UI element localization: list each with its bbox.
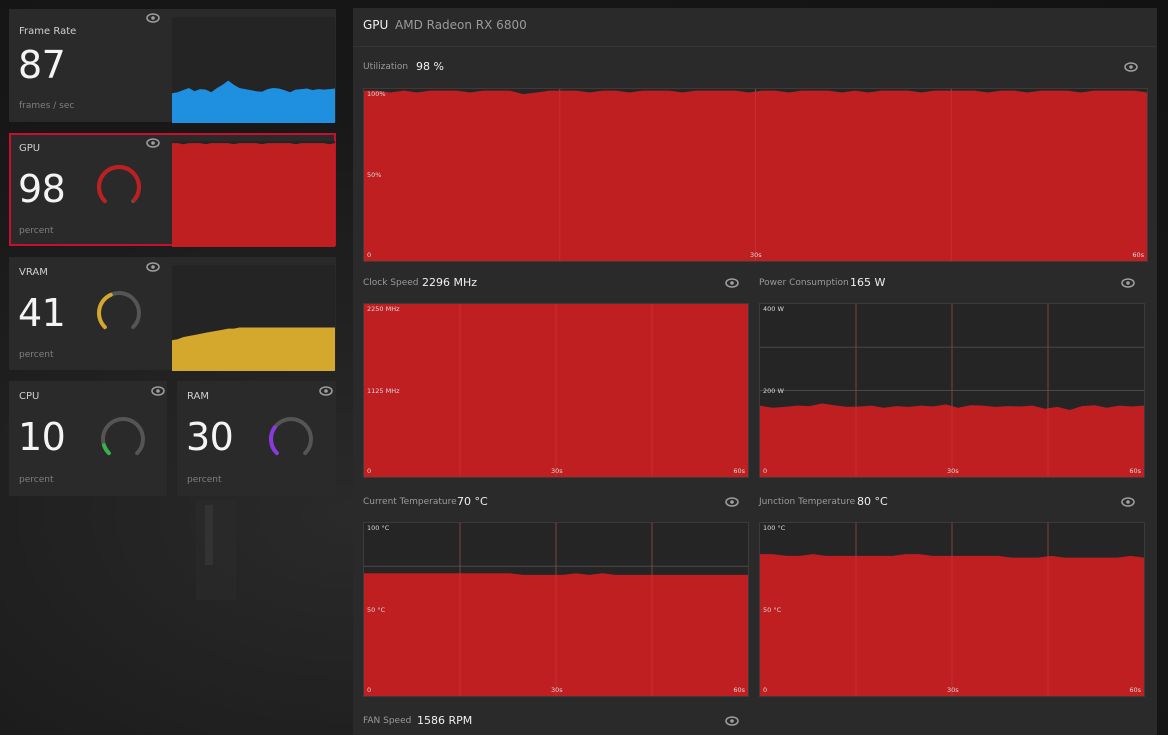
ram-card-unit: percent xyxy=(187,475,222,485)
vram-spark-chart xyxy=(172,327,335,371)
vram-card[interactable]: VRAM 41 percent xyxy=(9,257,336,371)
vram-card-unit: percent xyxy=(19,350,54,360)
x-tick-label: 60s xyxy=(1129,686,1141,694)
ram-gauge xyxy=(265,413,317,465)
framerate-unit: frames / sec xyxy=(19,101,75,111)
eye-icon[interactable] xyxy=(319,386,333,396)
vram-gauge xyxy=(93,287,145,339)
framerate-area xyxy=(172,80,335,123)
vram-card-title: VRAM xyxy=(19,267,48,278)
eye-icon[interactable] xyxy=(146,138,160,148)
fan-value: 1586 RPM xyxy=(417,714,473,727)
y-tick-label: 0 xyxy=(763,467,768,475)
gauge-track xyxy=(101,417,145,456)
framerate-value: 87 xyxy=(18,43,66,87)
eye-icon[interactable] xyxy=(725,716,739,726)
y-tick-label: 2250 MHz xyxy=(367,305,400,313)
x-tick-label: 30s xyxy=(947,467,959,475)
temp-chart: 100 °C 50 °C 0 30s 60s xyxy=(363,522,749,697)
x-tick-label: 60s xyxy=(733,686,745,694)
gauge-value xyxy=(97,292,113,330)
clock-label: Clock Speed xyxy=(363,278,419,288)
eye-icon[interactable] xyxy=(146,262,160,272)
cpu-card[interactable]: CPU 10 percent xyxy=(9,381,167,496)
gpu-gauge xyxy=(93,161,145,213)
gpu-card-unit: percent xyxy=(19,226,54,236)
y-tick-label: 50 °C xyxy=(367,606,386,614)
gpu-spark-chart xyxy=(172,143,335,247)
y-tick-label: 400 W xyxy=(763,305,784,313)
y-tick-label: 0 xyxy=(367,686,372,694)
vram_spark-area xyxy=(172,327,335,371)
ram-card-value: 30 xyxy=(186,415,234,459)
clock-value: 2296 MHz xyxy=(422,276,478,289)
cpu-card-value: 10 xyxy=(18,415,66,459)
vram-card-value: 41 xyxy=(18,291,66,335)
background-shape xyxy=(196,500,236,600)
junction-chart: 100 °C 50 °C 0 30s 60s xyxy=(759,522,1145,697)
utilization-label: Utilization xyxy=(363,62,409,72)
eye-icon[interactable] xyxy=(1121,278,1135,288)
y-tick-label: 100% xyxy=(367,90,386,98)
temp-label: Current Temperature xyxy=(363,497,457,507)
y-tick-label: 100 °C xyxy=(763,524,786,532)
framerate-title: Frame Rate xyxy=(19,26,77,37)
eye-icon[interactable] xyxy=(725,278,739,288)
gauge-value xyxy=(97,165,141,204)
ram-card[interactable]: RAM 30 percent xyxy=(177,381,336,496)
eye-icon[interactable] xyxy=(146,13,160,23)
ram-card-title: RAM xyxy=(187,391,210,402)
eye-icon[interactable] xyxy=(1124,62,1138,72)
x-tick-label: 30s xyxy=(551,467,563,475)
gpu_spark-area xyxy=(172,143,335,247)
y-tick-label: 1125 MHz xyxy=(367,387,400,395)
clock-chart: 2250 MHz 1125 MHz 0 30s 60s xyxy=(363,303,749,478)
device-name: AMD Radeon RX 6800 xyxy=(395,18,527,32)
utilization-value: 98 % xyxy=(416,60,444,73)
gpu-detail-panel: GPU AMD Radeon RX 6800 Utilization 98 % … xyxy=(353,8,1157,735)
y-tick-label: 100 °C xyxy=(367,524,390,532)
eye-icon[interactable] xyxy=(725,497,739,507)
gpu-card[interactable]: GPU 98 percent xyxy=(9,133,336,247)
cpu-gauge xyxy=(97,413,149,465)
temp-value: 70 °C xyxy=(457,495,488,508)
gpu-card-title: GPU xyxy=(19,143,41,154)
framerate-card[interactable]: Frame Rate 87 frames / sec xyxy=(9,9,336,123)
x-tick-label: 60s xyxy=(1132,251,1144,259)
y-tick-label: 0 xyxy=(763,686,768,694)
x-tick-label: 60s xyxy=(1129,467,1141,475)
utilization-chart: 100% 50% 0 30s 60s xyxy=(363,88,1148,262)
vram-sparkline xyxy=(172,265,335,371)
gpu-sparkline xyxy=(172,141,335,247)
framerate-chart xyxy=(172,80,335,123)
x-tick-label: 60s xyxy=(733,467,745,475)
cpu-card-title: CPU xyxy=(19,391,40,402)
panel-header: GPU AMD Radeon RX 6800 xyxy=(353,8,1157,47)
gpu-card-value: 98 xyxy=(18,167,66,211)
gauge-value xyxy=(269,425,279,456)
x-tick-label: 30s xyxy=(947,686,959,694)
power-value: 165 W xyxy=(850,276,886,289)
panel-title: GPU xyxy=(363,18,389,32)
gauge-value xyxy=(101,443,111,456)
power-label: Power Consumption xyxy=(759,278,849,288)
power-chart: 400 W 200 W 0 30s 60s xyxy=(759,303,1145,478)
x-tick-label: 30s xyxy=(551,686,563,694)
junction-label: Junction Temperature xyxy=(759,497,856,507)
x-tick-label: 30s xyxy=(750,251,762,259)
y-tick-label: 50 °C xyxy=(763,606,782,614)
y-tick-label: 50% xyxy=(367,171,382,179)
y-tick-label: 0 xyxy=(367,251,372,259)
framerate-sparkline xyxy=(172,17,335,123)
eye-icon[interactable] xyxy=(151,386,165,396)
eye-icon[interactable] xyxy=(1121,497,1135,507)
gauge-track xyxy=(269,417,313,456)
y-tick-label: 0 xyxy=(367,467,372,475)
cpu-card-unit: percent xyxy=(19,475,54,485)
y-tick-label: 200 W xyxy=(763,387,784,395)
background-shape xyxy=(205,505,213,565)
fan-label: FAN Speed xyxy=(363,716,412,726)
junction-value: 80 °C xyxy=(857,495,888,508)
